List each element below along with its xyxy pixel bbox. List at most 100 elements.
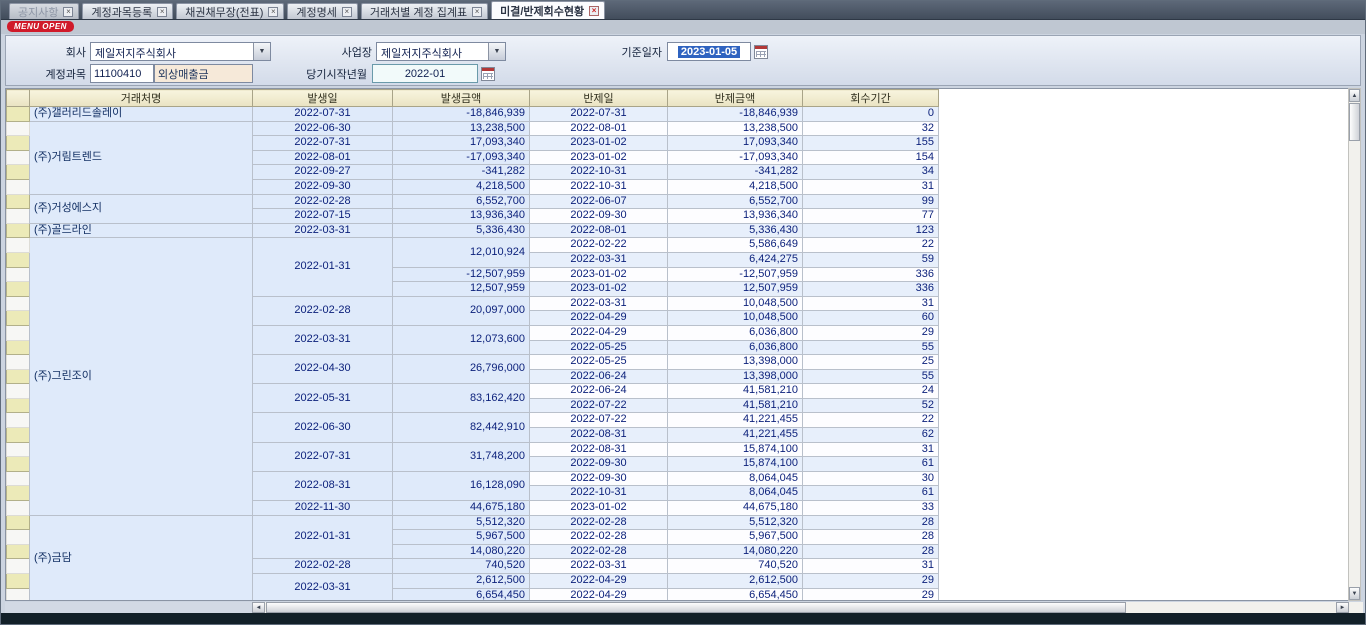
cell-settle-amount[interactable]: 6,552,700 bbox=[668, 194, 803, 209]
cell-collect-days[interactable]: 28 bbox=[803, 515, 939, 530]
cell-occur-date[interactable]: 2022-07-31 bbox=[253, 136, 393, 151]
horizontal-scroll-thumb[interactable] bbox=[266, 602, 1126, 613]
cell-settle-date[interactable]: 2022-08-01 bbox=[530, 223, 668, 238]
row-indicator[interactable] bbox=[7, 325, 30, 340]
cell-collect-days[interactable]: 77 bbox=[803, 209, 939, 224]
cell-occur-amount[interactable]: 17,093,340 bbox=[393, 136, 530, 151]
tab-notice[interactable]: 공지사항 × bbox=[9, 3, 79, 19]
cell-collect-days[interactable]: 28 bbox=[803, 530, 939, 545]
cell-collect-days[interactable]: 32 bbox=[803, 121, 939, 136]
cell-settle-date[interactable]: 2022-05-25 bbox=[530, 340, 668, 355]
cell-occur-amount[interactable]: 31,748,200 bbox=[393, 442, 530, 471]
tab-close-icon[interactable]: × bbox=[157, 7, 167, 17]
row-indicator[interactable] bbox=[7, 136, 30, 151]
grid-row[interactable]: (주)그린조이2022-01-3112,010,9242022-02-225,5… bbox=[7, 238, 939, 253]
cell-occur-amount[interactable]: 5,512,320 bbox=[393, 515, 530, 530]
cell-settle-date[interactable]: 2022-06-24 bbox=[530, 384, 668, 399]
row-indicator[interactable] bbox=[7, 179, 30, 194]
cell-settle-amount[interactable]: 10,048,500 bbox=[668, 311, 803, 326]
cell-occur-amount[interactable]: 82,442,910 bbox=[393, 413, 530, 442]
cell-settle-amount[interactable]: 14,080,220 bbox=[668, 544, 803, 559]
row-indicator[interactable] bbox=[7, 311, 30, 326]
cell-settle-amount[interactable]: -18,846,939 bbox=[668, 107, 803, 122]
row-indicator[interactable] bbox=[7, 267, 30, 282]
row-indicator[interactable] bbox=[7, 442, 30, 457]
cell-settle-date[interactable]: 2022-10-31 bbox=[530, 486, 668, 501]
cell-collect-days[interactable]: 155 bbox=[803, 136, 939, 151]
tab-outstanding-settlement[interactable]: 미결/반제회수현황 × bbox=[491, 1, 605, 19]
cell-customer[interactable]: (주)그린조이 bbox=[30, 238, 253, 515]
cell-occur-date[interactable]: 2022-07-31 bbox=[253, 442, 393, 471]
cell-collect-days[interactable]: 31 bbox=[803, 179, 939, 194]
scroll-left-icon[interactable]: ◄ bbox=[252, 602, 265, 613]
scroll-up-icon[interactable]: ▲ bbox=[1349, 89, 1360, 102]
cell-occur-amount[interactable]: 20,097,000 bbox=[393, 296, 530, 325]
cell-settle-date[interactable]: 2022-04-29 bbox=[530, 325, 668, 340]
row-indicator[interactable] bbox=[7, 530, 30, 545]
cell-collect-days[interactable]: 60 bbox=[803, 311, 939, 326]
cell-settle-amount[interactable]: 8,064,045 bbox=[668, 471, 803, 486]
row-indicator[interactable] bbox=[7, 398, 30, 413]
row-indicator[interactable] bbox=[7, 588, 30, 601]
cell-occur-amount[interactable]: 740,520 bbox=[393, 559, 530, 574]
cell-settle-amount[interactable]: -341,282 bbox=[668, 165, 803, 180]
cell-collect-days[interactable]: 99 bbox=[803, 194, 939, 209]
grid-row[interactable]: (주)갤러리드솔레이2022-07-31-18,846,9392022-07-3… bbox=[7, 107, 939, 122]
row-indicator[interactable] bbox=[7, 121, 30, 136]
cell-occur-amount[interactable]: 13,936,340 bbox=[393, 209, 530, 224]
cell-settle-amount[interactable]: 6,036,800 bbox=[668, 340, 803, 355]
row-indicator[interactable] bbox=[7, 340, 30, 355]
cell-settle-date[interactable]: 2022-09-30 bbox=[530, 471, 668, 486]
cell-collect-days[interactable]: 336 bbox=[803, 267, 939, 282]
cell-collect-days[interactable]: 59 bbox=[803, 252, 939, 267]
cell-occur-date[interactable]: 2022-06-30 bbox=[253, 413, 393, 442]
cell-occur-date[interactable]: 2022-01-31 bbox=[253, 238, 393, 296]
cell-occur-amount[interactable]: 13,238,500 bbox=[393, 121, 530, 136]
row-indicator[interactable] bbox=[7, 413, 30, 428]
cell-settle-amount[interactable]: 13,398,000 bbox=[668, 355, 803, 370]
workplace-select[interactable]: 제일저지주식회사 ▼ bbox=[376, 42, 506, 61]
period-start-input[interactable]: 2022-01 bbox=[372, 64, 478, 83]
cell-occur-amount[interactable]: 16,128,090 bbox=[393, 471, 530, 500]
calendar-icon[interactable] bbox=[481, 67, 495, 81]
tab-close-icon[interactable]: × bbox=[589, 6, 599, 16]
row-indicator[interactable] bbox=[7, 428, 30, 443]
cell-settle-amount[interactable]: 10,048,500 bbox=[668, 296, 803, 311]
cell-occur-date[interactable]: 2022-08-01 bbox=[253, 150, 393, 165]
row-indicator[interactable] bbox=[7, 486, 30, 501]
tab-close-icon[interactable]: × bbox=[342, 7, 352, 17]
cell-collect-days[interactable]: 31 bbox=[803, 296, 939, 311]
cell-occur-date[interactable]: 2022-03-31 bbox=[253, 325, 393, 354]
scroll-down-icon[interactable]: ▼ bbox=[1349, 587, 1360, 600]
cell-settle-amount[interactable]: 13,398,000 bbox=[668, 369, 803, 384]
cell-settle-date[interactable]: 2022-09-30 bbox=[530, 457, 668, 472]
row-indicator[interactable] bbox=[7, 355, 30, 370]
cell-occur-date[interactable]: 2022-08-31 bbox=[253, 471, 393, 500]
cell-settle-amount[interactable]: 41,221,455 bbox=[668, 428, 803, 443]
col-header-settle-amount[interactable]: 반제금액 bbox=[668, 90, 803, 107]
cell-settle-date[interactable]: 2022-05-25 bbox=[530, 355, 668, 370]
vertical-scrollbar[interactable]: ▲ ▼ bbox=[1348, 88, 1361, 601]
cell-occur-date[interactable]: 2022-02-28 bbox=[253, 194, 393, 209]
cell-settle-amount[interactable]: 41,581,210 bbox=[668, 398, 803, 413]
cell-settle-date[interactable]: 2022-07-31 bbox=[530, 107, 668, 122]
cell-occur-amount[interactable]: 5,967,500 bbox=[393, 530, 530, 545]
row-indicator[interactable] bbox=[7, 501, 30, 516]
base-date-input[interactable]: 2023-01-05 bbox=[667, 42, 751, 61]
cell-occur-amount[interactable]: 6,654,450 bbox=[393, 588, 530, 601]
cell-occur-amount[interactable]: 2,612,500 bbox=[393, 574, 530, 589]
cell-collect-days[interactable]: 24 bbox=[803, 384, 939, 399]
cell-settle-amount[interactable]: 12,507,959 bbox=[668, 282, 803, 297]
row-indicator[interactable] bbox=[7, 223, 30, 238]
cell-settle-date[interactable]: 2022-02-22 bbox=[530, 238, 668, 253]
cell-collect-days[interactable]: 0 bbox=[803, 107, 939, 122]
cell-settle-amount[interactable]: 44,675,180 bbox=[668, 501, 803, 516]
grid-row[interactable]: (주)거성에스지2022-02-286,552,7002022-06-076,5… bbox=[7, 194, 939, 209]
cell-occur-date[interactable]: 2022-05-31 bbox=[253, 384, 393, 413]
row-indicator[interactable] bbox=[7, 209, 30, 224]
cell-settle-date[interactable]: 2022-02-28 bbox=[530, 530, 668, 545]
row-indicator[interactable] bbox=[7, 559, 30, 574]
tab-account-detail[interactable]: 계정명세 × bbox=[287, 3, 357, 19]
row-indicator[interactable] bbox=[7, 471, 30, 486]
cell-occur-date[interactable]: 2022-07-15 bbox=[253, 209, 393, 224]
